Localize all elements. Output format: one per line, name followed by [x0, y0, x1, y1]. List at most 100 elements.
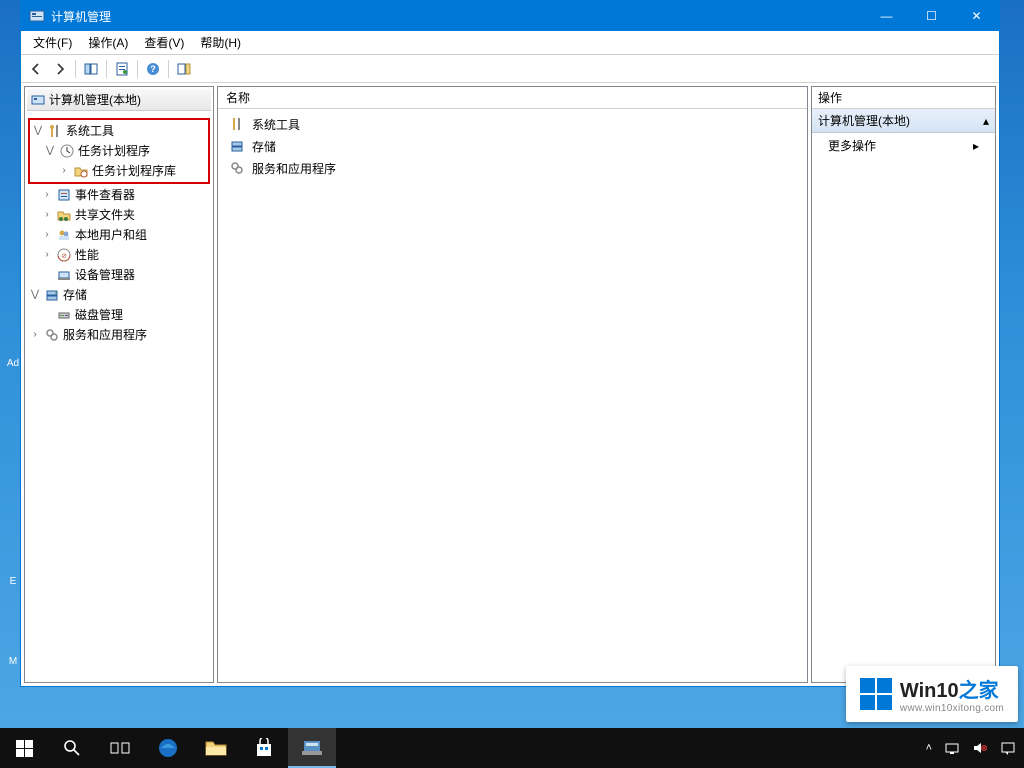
taskbar-mmc[interactable] — [288, 728, 336, 768]
content-area: 计算机管理(本地) ⋁ 系统工具 ⋁ 任务计划程序 › — [21, 83, 999, 686]
titlebar[interactable]: 计算机管理 — ☐ ✕ — [21, 1, 999, 31]
tools-icon — [229, 116, 245, 132]
list-label: 系统工具 — [252, 116, 300, 133]
watermark-url: www.win10xitong.com — [900, 703, 1004, 714]
tray-chevron-up-icon[interactable]: ˄ — [926, 742, 932, 754]
tree-label: 存储 — [63, 285, 87, 305]
performance-icon: ⊘ — [56, 247, 72, 263]
window-controls: — ☐ ✕ — [864, 1, 999, 31]
tray-volume-icon[interactable] — [972, 741, 988, 755]
list-column-header[interactable]: 名称 — [218, 87, 807, 109]
tree-pane: 计算机管理(本地) ⋁ 系统工具 ⋁ 任务计划程序 › — [24, 86, 214, 683]
list-item-storage[interactable]: 存储 — [226, 135, 799, 157]
tree-item-task-scheduler-library[interactable]: › 任务计划程序库 — [30, 161, 208, 181]
tools-icon — [47, 123, 63, 139]
users-icon — [56, 227, 72, 243]
list-item-services-apps[interactable]: 服务和应用程序 — [226, 157, 799, 179]
expander-icon[interactable]: ⋁ — [29, 285, 41, 305]
menu-view[interactable]: 查看(V) — [136, 32, 192, 53]
tree-item-performance[interactable]: › ⊘ 性能 — [27, 245, 211, 265]
chevron-right-icon: ▸ — [973, 139, 979, 153]
action-group-label: 计算机管理(本地) — [818, 112, 910, 129]
disk-icon — [56, 307, 72, 323]
tree-item-system-tools[interactable]: ⋁ 系统工具 — [30, 121, 208, 141]
list-pane: 名称 系统工具 存储 服务和应用程序 — [217, 86, 808, 683]
expander-icon[interactable]: › — [29, 325, 41, 345]
collapse-icon[interactable]: ▴ — [983, 114, 989, 128]
expander-icon[interactable]: › — [41, 185, 53, 205]
tree-item-storage[interactable]: ⋁ 存储 — [27, 285, 211, 305]
menu-file[interactable]: 文件(F) — [25, 32, 80, 53]
menubar: 文件(F) 操作(A) 查看(V) 帮助(H) — [21, 31, 999, 55]
services-icon — [229, 160, 245, 176]
storage-icon — [44, 287, 60, 303]
tree-item-task-scheduler[interactable]: ⋁ 任务计划程序 — [30, 141, 208, 161]
storage-icon — [229, 138, 245, 154]
expander-icon[interactable]: › — [41, 205, 53, 225]
list-item-system-tools[interactable]: 系统工具 — [226, 113, 799, 135]
expander-icon[interactable]: ⋁ — [32, 121, 44, 141]
tree-root-label: 计算机管理(本地) — [49, 91, 141, 108]
action-group-header[interactable]: 计算机管理(本地) ▴ — [812, 109, 995, 133]
navigation-tree: ⋁ 系统工具 ⋁ 任务计划程序 › 任务计划程序库 — [25, 113, 213, 349]
tree-item-event-viewer[interactable]: › 事件查看器 — [27, 185, 211, 205]
nav-back-button[interactable] — [25, 58, 47, 80]
tree-item-local-users-groups[interactable]: › 本地用户和组 — [27, 225, 211, 245]
tree-item-device-manager[interactable]: › 设备管理器 — [27, 265, 211, 285]
menu-action[interactable]: 操作(A) — [80, 32, 136, 53]
tree-label: 事件查看器 — [75, 185, 135, 205]
clock-icon — [59, 143, 75, 159]
search-button[interactable] — [48, 728, 96, 768]
svg-text:?: ? — [150, 64, 156, 74]
toolbar-separator — [168, 60, 169, 78]
system-tray: ˄ — [926, 741, 1024, 755]
computer-management-window: 计算机管理 — ☐ ✕ 文件(F) 操作(A) 查看(V) 帮助(H) ? 计算… — [20, 0, 1000, 687]
tree-label: 磁盘管理 — [75, 305, 123, 325]
close-button[interactable]: ✕ — [954, 1, 999, 31]
action-more[interactable]: 更多操作 ▸ — [812, 133, 995, 158]
svg-text:⊘: ⊘ — [61, 253, 67, 260]
show-hide-tree-button[interactable] — [80, 58, 102, 80]
list-label: 存储 — [252, 138, 276, 155]
folder-clock-icon — [73, 163, 89, 179]
properties-button[interactable] — [111, 58, 133, 80]
window-title: 计算机管理 — [51, 8, 864, 25]
tray-network-icon[interactable] — [944, 741, 960, 755]
taskbar-edge[interactable] — [144, 728, 192, 768]
expander-icon[interactable]: › — [41, 245, 53, 265]
app-icon — [29, 8, 45, 24]
tree-label: 任务计划程序 — [78, 141, 150, 161]
task-view-button[interactable] — [96, 728, 144, 768]
tree-item-services-apps[interactable]: › 服务和应用程序 — [27, 325, 211, 345]
minimize-button[interactable]: — — [864, 1, 909, 31]
tree-label: 系统工具 — [66, 121, 114, 141]
windows-logo-icon — [860, 678, 892, 710]
nav-forward-button[interactable] — [49, 58, 71, 80]
watermark-brand: Win10之家 — [900, 674, 1004, 703]
annotation-highlight: ⋁ 系统工具 ⋁ 任务计划程序 › 任务计划程序库 — [28, 118, 210, 184]
computer-icon — [31, 93, 45, 107]
tree-label: 设备管理器 — [75, 265, 135, 285]
action-label: 更多操作 — [828, 137, 876, 154]
start-button[interactable] — [0, 728, 48, 768]
expander-icon[interactable]: › — [41, 225, 53, 245]
tree-root-header[interactable]: 计算机管理(本地) — [27, 89, 211, 111]
toolbar-separator — [106, 60, 107, 78]
expander-icon[interactable]: ⋁ — [44, 141, 56, 161]
tree-label: 本地用户和组 — [75, 225, 147, 245]
actions-header: 操作 — [812, 87, 995, 109]
tree-item-shared-folders[interactable]: › 共享文件夹 — [27, 205, 211, 225]
tree-item-disk-management[interactable]: › 磁盘管理 — [27, 305, 211, 325]
tree-label: 性能 — [75, 245, 99, 265]
taskbar-file-explorer[interactable] — [192, 728, 240, 768]
menu-help[interactable]: 帮助(H) — [192, 32, 249, 53]
show-action-pane-button[interactable] — [173, 58, 195, 80]
taskbar-store[interactable] — [240, 728, 288, 768]
help-button[interactable]: ? — [142, 58, 164, 80]
expander-icon[interactable]: › — [58, 161, 70, 181]
taskbar: ˄ — [0, 728, 1024, 768]
maximize-button[interactable]: ☐ — [909, 1, 954, 31]
services-icon — [44, 327, 60, 343]
tree-label: 任务计划程序库 — [92, 161, 176, 181]
tray-notifications-icon[interactable] — [1000, 741, 1016, 755]
